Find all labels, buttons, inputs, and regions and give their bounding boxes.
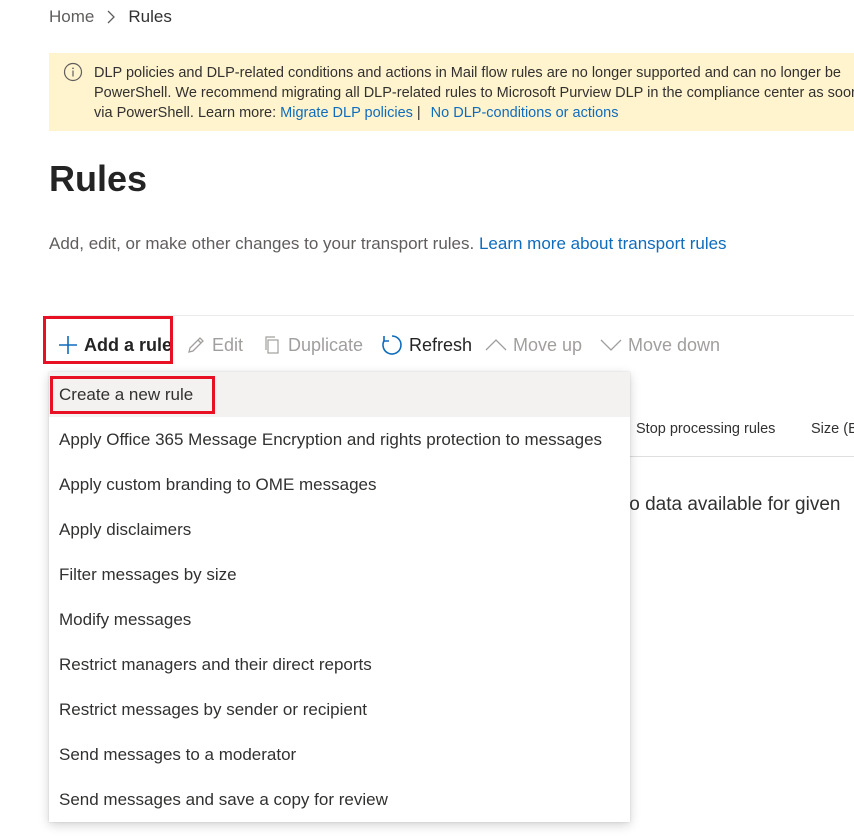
- migrate-dlp-policies-link[interactable]: Migrate DLP policies: [280, 105, 413, 121]
- breadcrumb: Home Rules: [49, 5, 172, 29]
- add-rule-highlight: [43, 316, 173, 364]
- duplicate-button[interactable]: Duplicate: [262, 327, 363, 363]
- menu-item-modify-messages[interactable]: Modify messages: [49, 597, 630, 642]
- column-header-size[interactable]: Size (B: [811, 421, 854, 437]
- move-up-label: Move up: [513, 334, 583, 355]
- column-header-stop-processing[interactable]: Stop processing rules: [636, 421, 775, 437]
- menu-item-send-and-save-copy[interactable]: Send messages and save a copy for review: [49, 777, 630, 822]
- menu-item-restrict-managers[interactable]: Restrict managers and their direct repor…: [49, 642, 630, 687]
- learn-more-link[interactable]: Learn more about transport rules: [479, 234, 727, 253]
- no-dlp-conditions-link[interactable]: No DLP-conditions or actions: [431, 105, 619, 121]
- breadcrumb-home[interactable]: Home: [49, 7, 94, 27]
- chevron-down-icon: [600, 339, 622, 351]
- empty-table-message: lo data available for given: [625, 494, 841, 515]
- menu-item-apply-custom-branding[interactable]: Apply custom branding to OME messages: [49, 462, 630, 507]
- breadcrumb-current: Rules: [128, 7, 172, 26]
- refresh-icon: [382, 335, 402, 355]
- banner-separator: |: [416, 105, 421, 121]
- page-title: Rules: [49, 158, 148, 199]
- menu-item-filter-by-size[interactable]: Filter messages by size: [49, 552, 630, 597]
- table-header-divider: [630, 456, 854, 457]
- edit-button[interactable]: Edit: [186, 327, 243, 363]
- banner-message: DLP policies and DLP-related conditions …: [94, 63, 854, 123]
- refresh-label: Refresh: [409, 334, 473, 355]
- menu-item-send-to-moderator[interactable]: Send messages to a moderator: [49, 732, 630, 777]
- duplicate-label: Duplicate: [288, 334, 364, 355]
- move-down-button[interactable]: Move down: [600, 327, 720, 363]
- copy-icon: [265, 336, 279, 354]
- move-up-button[interactable]: Move up: [485, 327, 582, 363]
- menu-item-apply-ome-encryption[interactable]: Apply Office 365 Message Encryption and …: [49, 417, 630, 462]
- dlp-warning-banner: DLP policies and DLP-related conditions …: [49, 53, 854, 131]
- chevron-up-icon: [485, 339, 507, 351]
- banner-line-2: PowerShell. We recommend migrating all D…: [94, 85, 854, 101]
- menu-item-restrict-sender-recipient[interactable]: Restrict messages by sender or recipient: [49, 687, 630, 732]
- banner-line-1: DLP policies and DLP-related conditions …: [94, 65, 841, 81]
- banner-line-3: via PowerShell. Learn more: Migrate DLP …: [94, 103, 854, 123]
- banner-line-3-prefix: via PowerShell. Learn more:: [94, 105, 281, 121]
- info-icon: [63, 62, 83, 82]
- create-rule-highlight: [50, 376, 215, 414]
- pencil-icon: [188, 337, 204, 353]
- description-text: Add, edit, or make other changes to your…: [49, 234, 475, 253]
- add-rule-menu: Create a new rule Apply Office 365 Messa…: [49, 372, 630, 822]
- chevron-right-icon: [106, 10, 116, 24]
- edit-label: Edit: [212, 334, 244, 355]
- refresh-button[interactable]: Refresh: [381, 327, 472, 363]
- menu-item-apply-disclaimers[interactable]: Apply disclaimers: [49, 507, 630, 552]
- move-down-label: Move down: [628, 334, 721, 355]
- page-description: Add, edit, or make other changes to your…: [49, 233, 727, 255]
